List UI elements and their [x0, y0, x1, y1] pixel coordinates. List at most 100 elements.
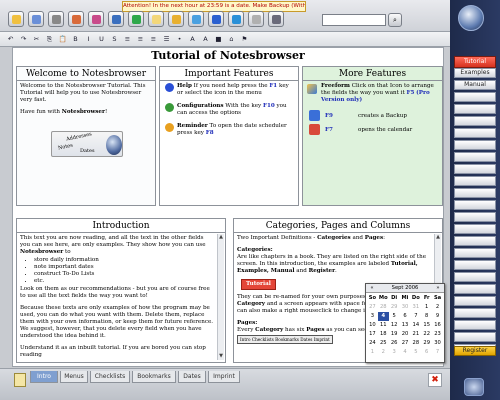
- calendar-day[interactable]: 1: [421, 303, 432, 312]
- search-input[interactable]: [322, 14, 386, 26]
- category-tab-empty[interactable]: [454, 236, 496, 246]
- calendar-day[interactable]: 4: [377, 312, 389, 321]
- notepad-icon[interactable]: [14, 373, 26, 387]
- category-tab-empty[interactable]: [454, 212, 496, 222]
- format-button[interactable]: S: [110, 35, 119, 44]
- green-plus-icon[interactable]: [128, 11, 144, 27]
- calendar-day[interactable]: 15: [421, 321, 432, 330]
- category-tab-register[interactable]: Register: [454, 346, 496, 356]
- format-button[interactable]: ■: [214, 35, 223, 44]
- calendar-day[interactable]: 17: [367, 330, 378, 339]
- calendar-day[interactable]: 25: [378, 339, 389, 348]
- calendar-day[interactable]: 27: [400, 339, 411, 348]
- search-icon[interactable]: ⌕: [388, 13, 402, 27]
- globe-icon[interactable]: [464, 378, 484, 396]
- notebook-icon[interactable]: [168, 11, 184, 27]
- calendar-day[interactable]: 24: [367, 339, 378, 348]
- category-tab-empty[interactable]: [454, 224, 496, 234]
- calendar-day[interactable]: 13: [400, 321, 411, 330]
- calendar-day[interactable]: 23: [432, 330, 443, 339]
- format-button[interactable]: ↶: [6, 35, 15, 44]
- new-note-icon[interactable]: [148, 11, 164, 27]
- calendar-day[interactable]: 9: [432, 312, 443, 321]
- calendar-day[interactable]: 29: [421, 339, 432, 348]
- category-tab-empty[interactable]: [454, 296, 496, 306]
- calendar-popup[interactable]: « Sept 2006 » So Mo Di Mi Do Fr Sa 27 28 29 30 31 1 2…: [365, 283, 445, 363]
- undo-history-icon[interactable]: [88, 11, 104, 27]
- important-features-panel[interactable]: Important Features Help If you need help…: [159, 66, 299, 206]
- format-button[interactable]: ≡: [149, 35, 158, 44]
- calendar-day[interactable]: 5: [410, 348, 421, 357]
- tab-dates[interactable]: Dates: [178, 371, 206, 383]
- calendar-day[interactable]: 30: [400, 303, 411, 312]
- format-button[interactable]: B: [71, 35, 80, 44]
- category-tab-empty[interactable]: [454, 164, 496, 174]
- format-button[interactable]: ≡: [136, 35, 145, 44]
- scroll-up-icon[interactable]: ▲: [435, 234, 441, 241]
- calendar-day[interactable]: 16: [432, 321, 443, 330]
- format-button[interactable]: A: [188, 35, 197, 44]
- calendar-day[interactable]: 4: [400, 348, 411, 357]
- category-tab-tutorial[interactable]: Tutorial: [454, 56, 496, 68]
- close-icon[interactable]: ✖: [428, 373, 442, 387]
- introduction-scrollbar[interactable]: ▲ ▼: [217, 234, 224, 360]
- tab-imprint[interactable]: Imprint: [208, 371, 240, 383]
- tab-bookmarks[interactable]: Bookmarks: [132, 371, 176, 383]
- more-feature-row[interactable]: F7 opens the calendar: [303, 124, 442, 138]
- calendar-day[interactable]: 14: [410, 321, 421, 330]
- calendar-day[interactable]: 22: [421, 330, 432, 339]
- category-tab-examples[interactable]: Examples: [454, 68, 496, 78]
- format-button[interactable]: ≡: [123, 35, 132, 44]
- format-button[interactable]: 📋: [58, 35, 67, 44]
- freeform-icon[interactable]: [188, 11, 204, 27]
- category-tab-empty[interactable]: [454, 284, 496, 294]
- tutorial-category-button[interactable]: Tutorial: [241, 279, 276, 290]
- calendar-day[interactable]: 6: [400, 312, 411, 321]
- format-button[interactable]: ✂: [32, 35, 41, 44]
- calendar-day[interactable]: 8: [421, 312, 432, 321]
- category-tab-empty[interactable]: [454, 308, 496, 318]
- calendar-day[interactable]: 31: [410, 303, 421, 312]
- calendar-day[interactable]: 12: [389, 321, 400, 330]
- calendar-day[interactable]: 3: [367, 312, 378, 321]
- calculator-icon[interactable]: [248, 11, 264, 27]
- category-tab-empty[interactable]: [454, 116, 496, 126]
- category-tab-empty[interactable]: [454, 188, 496, 198]
- home-icon[interactable]: [68, 11, 84, 27]
- format-button[interactable]: ⚑: [240, 35, 249, 44]
- calendar-day[interactable]: 5: [389, 312, 400, 321]
- category-tab-empty[interactable]: [454, 104, 496, 114]
- calendar-day[interactable]: 10: [367, 321, 378, 330]
- calendar-day[interactable]: 30: [432, 339, 443, 348]
- scroll-down-icon[interactable]: ▼: [218, 353, 224, 360]
- calendar-day[interactable]: 29: [389, 303, 400, 312]
- calendar-next-button[interactable]: »: [434, 284, 442, 293]
- calendar-day[interactable]: 7: [432, 348, 443, 357]
- calendar-day[interactable]: 2: [378, 348, 389, 357]
- save-icon[interactable]: [28, 11, 44, 27]
- introduction-panel[interactable]: Introduction This text you are now readi…: [16, 218, 226, 363]
- scroll-up-icon[interactable]: ▲: [218, 234, 224, 241]
- more-features-panel[interactable]: More Features Freeform Click on that Ico…: [302, 66, 443, 206]
- welcome-panel[interactable]: Welcome to Notesbrowser Welcome to the N…: [16, 66, 156, 206]
- calendar-day[interactable]: 19: [389, 330, 400, 339]
- calendar-day[interactable]: 6: [421, 348, 432, 357]
- format-button[interactable]: ⎘: [45, 35, 54, 44]
- book-icon[interactable]: [108, 11, 124, 27]
- calendar-day[interactable]: 28: [410, 339, 421, 348]
- open-file-icon[interactable]: [8, 11, 24, 27]
- category-tab-empty[interactable]: [454, 92, 496, 102]
- category-tab-empty[interactable]: [454, 176, 496, 186]
- category-tab-empty[interactable]: [454, 128, 496, 138]
- format-button[interactable]: •: [175, 35, 184, 44]
- calendar-day[interactable]: 11: [378, 321, 389, 330]
- calendar-day[interactable]: 27: [367, 303, 378, 312]
- format-button[interactable]: U: [97, 35, 106, 44]
- calendar-day[interactable]: 7: [410, 312, 421, 321]
- calendar-day[interactable]: 1: [367, 348, 378, 357]
- calendar-prev-button[interactable]: «: [368, 284, 376, 293]
- category-tab-empty[interactable]: [454, 260, 496, 270]
- category-tab-empty[interactable]: [454, 152, 496, 162]
- print-icon[interactable]: [48, 11, 64, 27]
- calendar-day[interactable]: 26: [389, 339, 400, 348]
